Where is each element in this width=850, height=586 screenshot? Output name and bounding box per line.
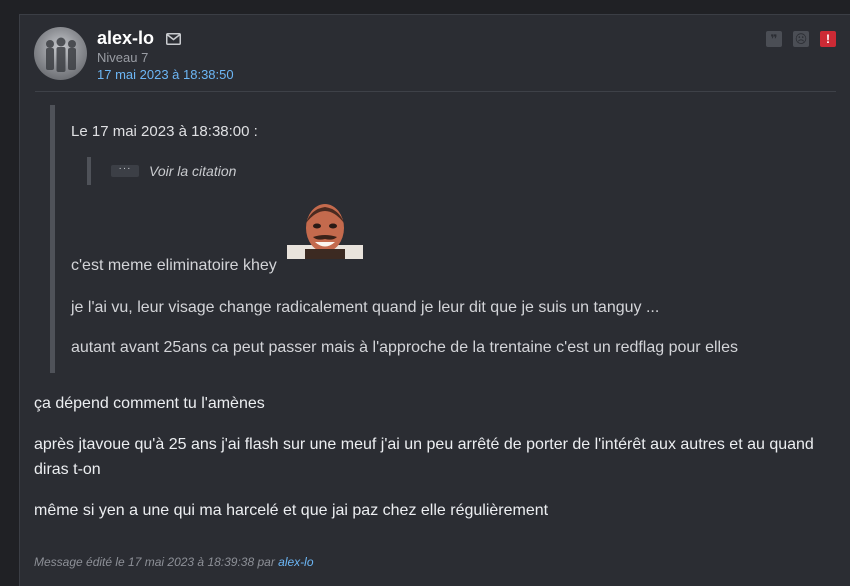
post-date-link[interactable]: 17 mai 2023 à 18:38:50: [97, 67, 234, 82]
ignore-button[interactable]: ☹: [793, 31, 809, 47]
risitas-sticker-icon: [287, 204, 363, 259]
avatar-silhouettes-icon: [46, 37, 76, 72]
editor-link[interactable]: alex-lo: [278, 555, 313, 569]
quote-button[interactable]: ❞: [766, 31, 782, 47]
report-button[interactable]: !: [820, 31, 836, 47]
quote-icon: ❞: [770, 32, 778, 46]
author-level: Niveau 7: [97, 50, 149, 65]
quote-line: c'est meme eliminatoire khey: [71, 257, 277, 274]
quote-line: autant avant 25ans ca peut passer mais à…: [71, 339, 738, 356]
expand-quote-button[interactable]: ···: [111, 164, 139, 177]
edit-note: Message édité le 17 mai 2023 à 18:39:38 …: [34, 555, 314, 569]
forum-post: alex-lo Niveau 7 17 mai 2023 à 18:38:50 …: [19, 14, 850, 586]
avatar[interactable]: [34, 27, 87, 80]
sad-face-icon: ☹: [794, 32, 808, 46]
quote-header: Le 17 mai 2023 à 18:38:00 :: [71, 123, 258, 140]
quote-line: je l'ai vu, leur visage change radicalem…: [71, 299, 660, 316]
header-divider: [35, 91, 836, 92]
show-quote-link[interactable]: Voir la citation: [149, 163, 236, 179]
post-actions: ❞ ☹ !: [766, 31, 836, 47]
author-username[interactable]: alex-lo: [97, 28, 154, 49]
nested-quote: ··· Voir la citation: [87, 157, 236, 185]
alert-icon: !: [826, 32, 830, 46]
message-paragraph: ça dépend comment tu l'amènes: [34, 395, 265, 412]
blockquote: Le 17 mai 2023 à 18:38:00 : ··· Voir la …: [50, 105, 815, 373]
message-paragraph: après jtavoue qu'à 25 ans j'ai flash sur…: [34, 436, 814, 478]
edit-note-text: Message édité le 17 mai 2023 à 18:39:38 …: [34, 555, 279, 569]
envelope-icon[interactable]: [166, 33, 181, 45]
message-paragraph: même si yen a une qui ma harcelé et que …: [34, 502, 549, 519]
